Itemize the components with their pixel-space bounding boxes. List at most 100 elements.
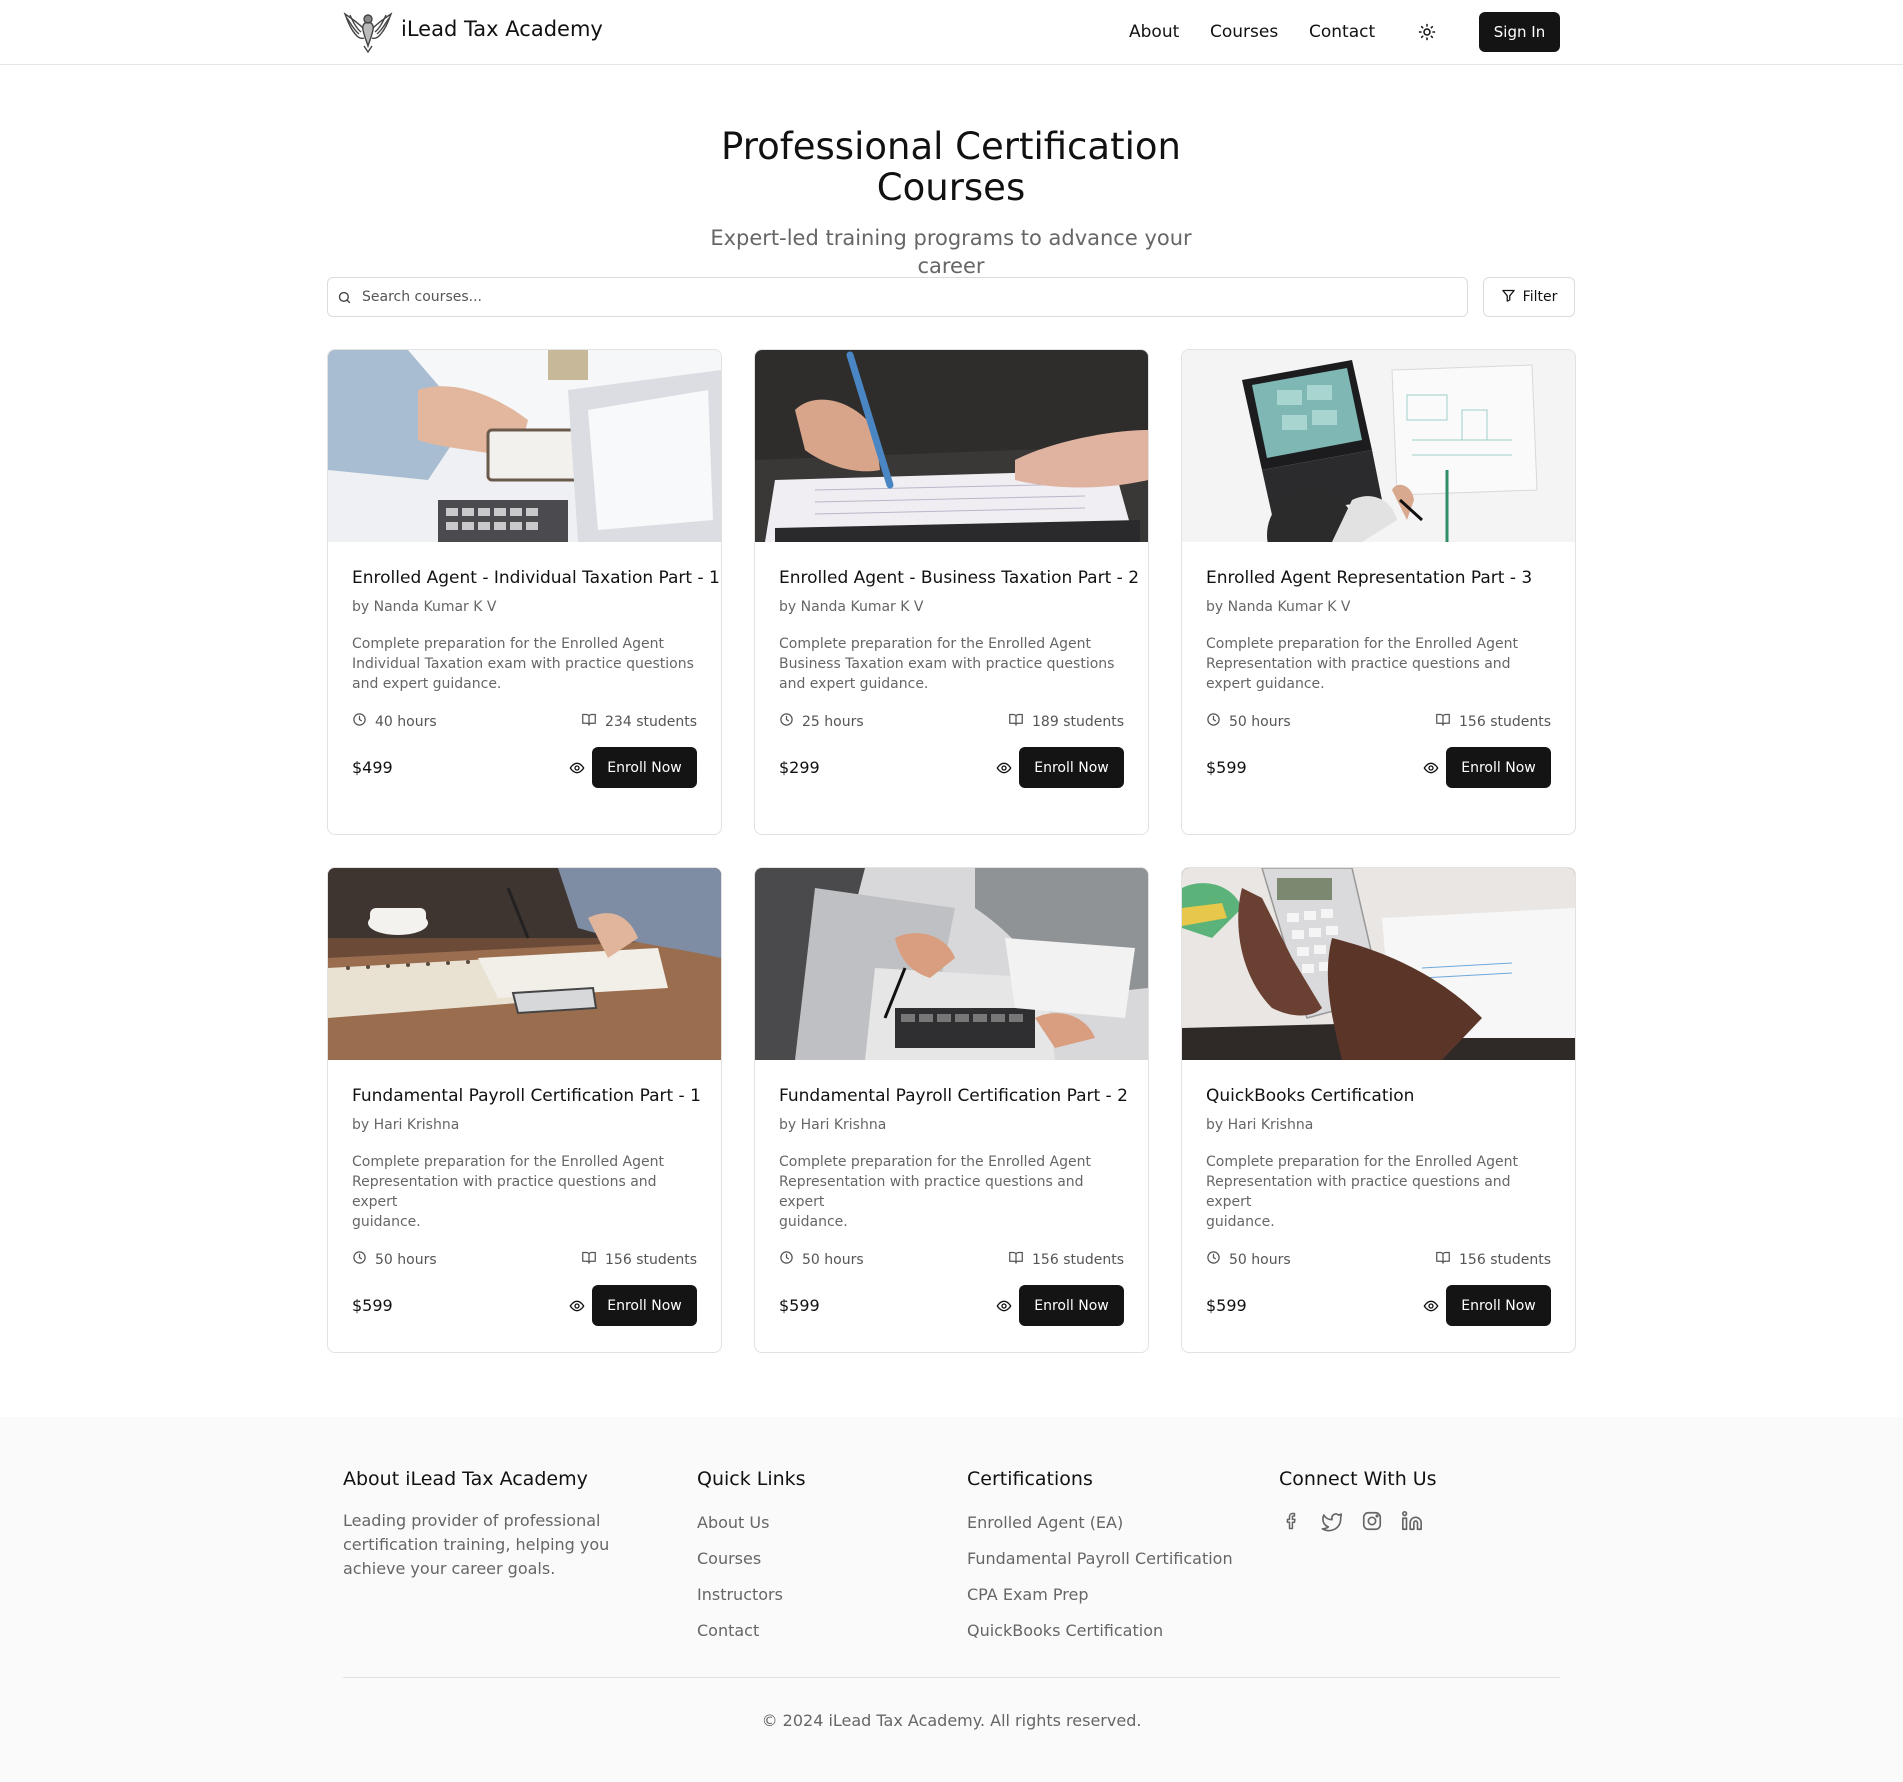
- course-description: Complete preparation for the Enrolled Ag…: [352, 1154, 664, 1230]
- nav-about[interactable]: About: [1129, 22, 1179, 42]
- theme-toggle-sun-icon[interactable]: [1415, 20, 1439, 44]
- linkedin-icon[interactable]: [1400, 1509, 1424, 1533]
- clock-icon: [779, 1250, 794, 1269]
- filter-icon: [1501, 288, 1516, 307]
- enroll-now-button[interactable]: Enroll Now: [1019, 747, 1124, 788]
- course-enrollment: 156 students: [1008, 1250, 1124, 1269]
- course-hours: 50 hours: [375, 1251, 437, 1268]
- course-price: $599: [1206, 758, 1247, 777]
- course-title[interactable]: Fundamental Payroll Certification Part -…: [779, 1086, 1128, 1106]
- site-footer: About iLead Tax Academy Leading provider…: [0, 1417, 1903, 1782]
- preview-eye-icon[interactable]: [1422, 1297, 1440, 1315]
- course-author: by Hari Krishna: [352, 1117, 460, 1133]
- course-duration: 25 hours: [779, 712, 864, 731]
- course-image-calculator: [1182, 868, 1575, 1060]
- course-title[interactable]: Enrolled Agent - Business Taxation Part …: [779, 568, 1139, 588]
- course-price: $299: [779, 758, 820, 777]
- course-price: $599: [352, 1296, 393, 1315]
- course-title[interactable]: Enrolled Agent - Individual Taxation Par…: [352, 568, 720, 588]
- course-author: by Nanda Kumar K V: [779, 599, 924, 615]
- enroll-now-button[interactable]: Enroll Now: [1446, 1285, 1551, 1326]
- course-hours: 50 hours: [1229, 713, 1291, 730]
- footer-link-contact[interactable]: Contact: [697, 1621, 759, 1640]
- course-price: $599: [779, 1296, 820, 1315]
- course-image-hand-writing: [755, 350, 1148, 542]
- course-duration: 50 hours: [1206, 1250, 1291, 1269]
- course-enrollment: 156 students: [1435, 1250, 1551, 1269]
- course-students: 189 students: [1032, 713, 1124, 730]
- course-card: Fundamental Payroll Certification Part -…: [754, 867, 1149, 1353]
- clock-icon: [352, 1250, 367, 1269]
- footer-cert-enrolled-agent[interactable]: Enrolled Agent (EA): [967, 1513, 1123, 1532]
- facebook-icon[interactable]: [1280, 1509, 1304, 1533]
- search-icon: [337, 289, 353, 305]
- course-image-laptop-pen: [755, 868, 1148, 1060]
- footer-cert-cpa[interactable]: CPA Exam Prep: [967, 1585, 1088, 1604]
- course-duration: 50 hours: [1206, 712, 1291, 731]
- course-description: Complete preparation for the Enrolled Ag…: [1206, 1154, 1518, 1230]
- preview-eye-icon[interactable]: [568, 759, 586, 777]
- clock-icon: [352, 712, 367, 731]
- course-students: 234 students: [605, 713, 697, 730]
- course-duration: 40 hours: [352, 712, 437, 731]
- book-open-icon: [1008, 1250, 1024, 1269]
- footer-cert-quickbooks[interactable]: QuickBooks Certification: [967, 1621, 1163, 1640]
- course-hours: 25 hours: [802, 713, 864, 730]
- eagle-logo-icon[interactable]: [343, 10, 393, 54]
- course-students: 156 students: [1459, 1251, 1551, 1268]
- course-duration: 50 hours: [352, 1250, 437, 1269]
- preview-eye-icon[interactable]: [568, 1297, 586, 1315]
- course-description: Complete preparation for the Enrolled Ag…: [779, 1154, 1091, 1230]
- filter-label: Filter: [1522, 289, 1558, 305]
- footer-link-courses[interactable]: Courses: [697, 1549, 761, 1568]
- enroll-now-button[interactable]: Enroll Now: [1019, 1285, 1124, 1326]
- footer-link-instructors[interactable]: Instructors: [697, 1585, 783, 1604]
- copyright-text: © 2024 iLead Tax Academy. All rights res…: [761, 1711, 1142, 1730]
- twitter-icon[interactable]: [1320, 1509, 1344, 1533]
- course-author: by Hari Krishna: [779, 1117, 887, 1133]
- instagram-icon[interactable]: [1360, 1509, 1384, 1533]
- footer-cert-payroll[interactable]: Fundamental Payroll Certification: [967, 1549, 1233, 1568]
- book-open-icon: [1008, 712, 1024, 731]
- footer-quick-links-heading: Quick Links: [697, 1468, 806, 1490]
- footer-certifications-heading: Certifications: [967, 1468, 1093, 1490]
- footer-link-about-us[interactable]: About Us: [697, 1513, 769, 1532]
- course-image-laptop-notebook: [328, 350, 721, 542]
- course-description: Complete preparation for the Enrolled Ag…: [1206, 636, 1518, 692]
- nav-contact[interactable]: Contact: [1309, 22, 1375, 42]
- course-image-notebook-coffee: [328, 868, 721, 1060]
- course-card: Enrolled Agent - Individual Taxation Par…: [327, 349, 722, 835]
- course-enrollment: 156 students: [1435, 712, 1551, 731]
- clock-icon: [1206, 1250, 1221, 1269]
- enroll-now-button[interactable]: Enroll Now: [1446, 747, 1551, 788]
- enroll-now-button[interactable]: Enroll Now: [592, 747, 697, 788]
- course-enrollment: 234 students: [581, 712, 697, 731]
- search-input[interactable]: [362, 289, 1452, 305]
- course-title[interactable]: Enrolled Agent Representation Part - 3: [1206, 568, 1532, 588]
- course-card: Enrolled Agent Representation Part - 3 b…: [1181, 349, 1576, 835]
- footer-about-text: Leading provider of professional certifi…: [343, 1511, 610, 1578]
- course-enrollment: 189 students: [1008, 712, 1124, 731]
- course-description: Complete preparation for the Enrolled Ag…: [779, 636, 1115, 692]
- search-bar[interactable]: [327, 277, 1468, 317]
- preview-eye-icon[interactable]: [995, 759, 1013, 777]
- course-image-laptop-desk-top-view: [1182, 350, 1575, 542]
- nav-courses[interactable]: Courses: [1210, 22, 1278, 42]
- course-author: by Hari Krishna: [1206, 1117, 1314, 1133]
- sign-in-button[interactable]: Sign In: [1479, 12, 1560, 52]
- course-hours: 50 hours: [1229, 1251, 1291, 1268]
- preview-eye-icon[interactable]: [1422, 759, 1440, 777]
- course-card: Fundamental Payroll Certification Part -…: [327, 867, 722, 1353]
- course-students: 156 students: [1032, 1251, 1124, 1268]
- course-students: 156 students: [1459, 713, 1551, 730]
- course-title[interactable]: Fundamental Payroll Certification Part -…: [352, 1086, 701, 1106]
- filter-button[interactable]: Filter: [1483, 277, 1575, 317]
- course-title[interactable]: QuickBooks Certification: [1206, 1086, 1414, 1106]
- course-students: 156 students: [605, 1251, 697, 1268]
- brand-name[interactable]: iLead Tax Academy: [401, 17, 603, 41]
- footer-divider: [343, 1677, 1560, 1678]
- book-open-icon: [581, 1250, 597, 1269]
- preview-eye-icon[interactable]: [995, 1297, 1013, 1315]
- enroll-now-button[interactable]: Enroll Now: [592, 1285, 697, 1326]
- clock-icon: [779, 712, 794, 731]
